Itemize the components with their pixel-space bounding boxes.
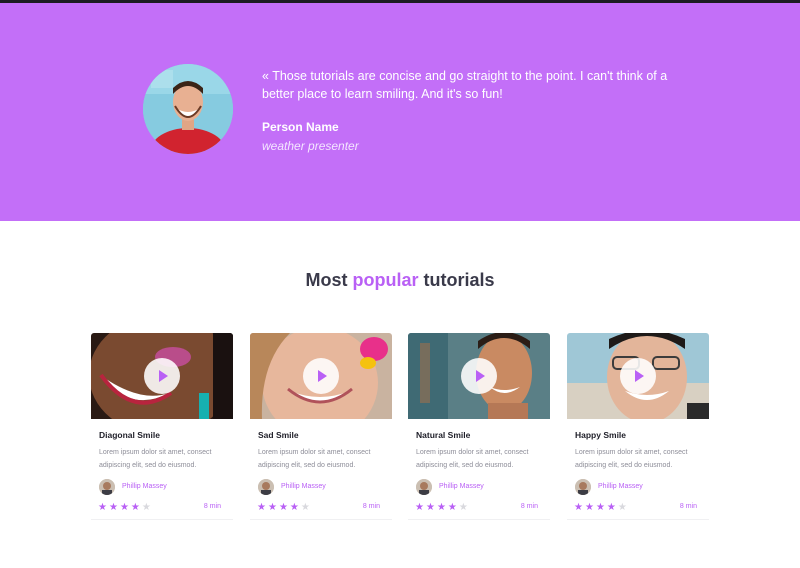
testimonial-person-name: Person Name <box>262 120 339 134</box>
tutorial-thumbnail[interactable] <box>408 333 550 419</box>
rating-stars: ★★★★★ <box>574 502 629 513</box>
tutorial-description: Lorem ipsum dolor sit amet, consect adip… <box>99 449 212 469</box>
star-icon: ★ <box>98 502 109 513</box>
star-icon: ★ <box>606 502 618 513</box>
play-icon[interactable] <box>144 358 180 394</box>
tutorial-duration: 8 min <box>362 503 380 510</box>
tutorial-card[interactable]: Happy Smile Lorem ipsum dolor sit amet, … <box>567 333 709 521</box>
star-icon: ★ <box>584 502 596 513</box>
star-icon: ★ <box>458 502 470 513</box>
play-icon[interactable] <box>303 358 339 394</box>
tutorial-description: Lorem ipsum dolor sit amet, consect adip… <box>258 449 371 469</box>
star-icon: ★ <box>257 502 268 513</box>
play-icon[interactable] <box>461 358 497 394</box>
section-title-highlight: popular <box>352 270 419 290</box>
star-icon: ★ <box>300 502 312 513</box>
tutorial-description: Lorem ipsum dolor sit amet, consect adip… <box>575 449 688 469</box>
star-icon: ★ <box>141 502 153 513</box>
star-icon: ★ <box>595 502 607 513</box>
card-divider <box>250 519 392 520</box>
tutorial-duration: 8 min <box>520 503 538 510</box>
author-name[interactable]: Phillip Massey <box>598 483 643 490</box>
author-name[interactable]: Phillip Massey <box>281 483 326 490</box>
card-divider <box>567 519 709 520</box>
tutorial-duration: 8 min <box>203 503 221 510</box>
testimonial-avatar <box>143 64 233 154</box>
star-icon: ★ <box>425 502 437 513</box>
rating-stars: ★★★★★ <box>415 502 470 513</box>
author-avatar <box>99 479 115 495</box>
testimonial-quote: « Those tutorials are concise and go str… <box>262 69 668 101</box>
testimonial-section: « Those tutorials are concise and go str… <box>0 3 800 221</box>
tutorial-title[interactable]: Happy Smile <box>575 430 626 440</box>
star-icon: ★ <box>108 502 120 513</box>
star-icon: ★ <box>574 502 585 513</box>
rating-stars: ★★★★★ <box>98 502 153 513</box>
star-icon: ★ <box>415 502 426 513</box>
tutorial-thumbnail[interactable] <box>91 333 233 419</box>
section-title-suffix: tutorials <box>418 270 495 290</box>
author-avatar <box>258 479 274 495</box>
rating-stars: ★★★★★ <box>257 502 312 513</box>
tutorial-thumbnail[interactable] <box>567 333 709 419</box>
play-icon[interactable] <box>620 358 656 394</box>
tutorial-title[interactable]: Sad Smile <box>258 430 299 440</box>
author-name[interactable]: Phillip Massey <box>439 483 484 490</box>
author-avatar <box>575 479 591 495</box>
tutorial-thumbnail[interactable] <box>250 333 392 419</box>
tutorial-card[interactable]: Sad Smile Lorem ipsum dolor sit amet, co… <box>250 333 392 521</box>
section-title-prefix: Most <box>305 270 353 290</box>
tutorial-description: Lorem ipsum dolor sit amet, consect adip… <box>416 449 529 469</box>
tutorial-duration: 8 min <box>679 503 697 510</box>
card-divider <box>91 519 233 520</box>
star-icon: ★ <box>130 502 142 513</box>
testimonial-person-role: weather presenter <box>262 139 359 153</box>
tutorial-card[interactable]: Natural Smile Lorem ipsum dolor sit amet… <box>408 333 550 521</box>
star-icon: ★ <box>278 502 290 513</box>
tutorial-title[interactable]: Natural Smile <box>416 430 470 440</box>
tutorial-card[interactable]: Diagonal Smile Lorem ipsum dolor sit ame… <box>91 333 233 521</box>
star-icon: ★ <box>447 502 459 513</box>
section-title: Most popular tutorials <box>0 270 800 291</box>
tutorial-title[interactable]: Diagonal Smile <box>99 430 160 440</box>
star-icon: ★ <box>119 502 131 513</box>
star-icon: ★ <box>436 502 448 513</box>
author-avatar <box>416 479 432 495</box>
star-icon: ★ <box>289 502 301 513</box>
author-name[interactable]: Phillip Massey <box>122 483 167 490</box>
card-divider <box>408 519 550 520</box>
star-icon: ★ <box>267 502 279 513</box>
star-icon: ★ <box>617 502 629 513</box>
